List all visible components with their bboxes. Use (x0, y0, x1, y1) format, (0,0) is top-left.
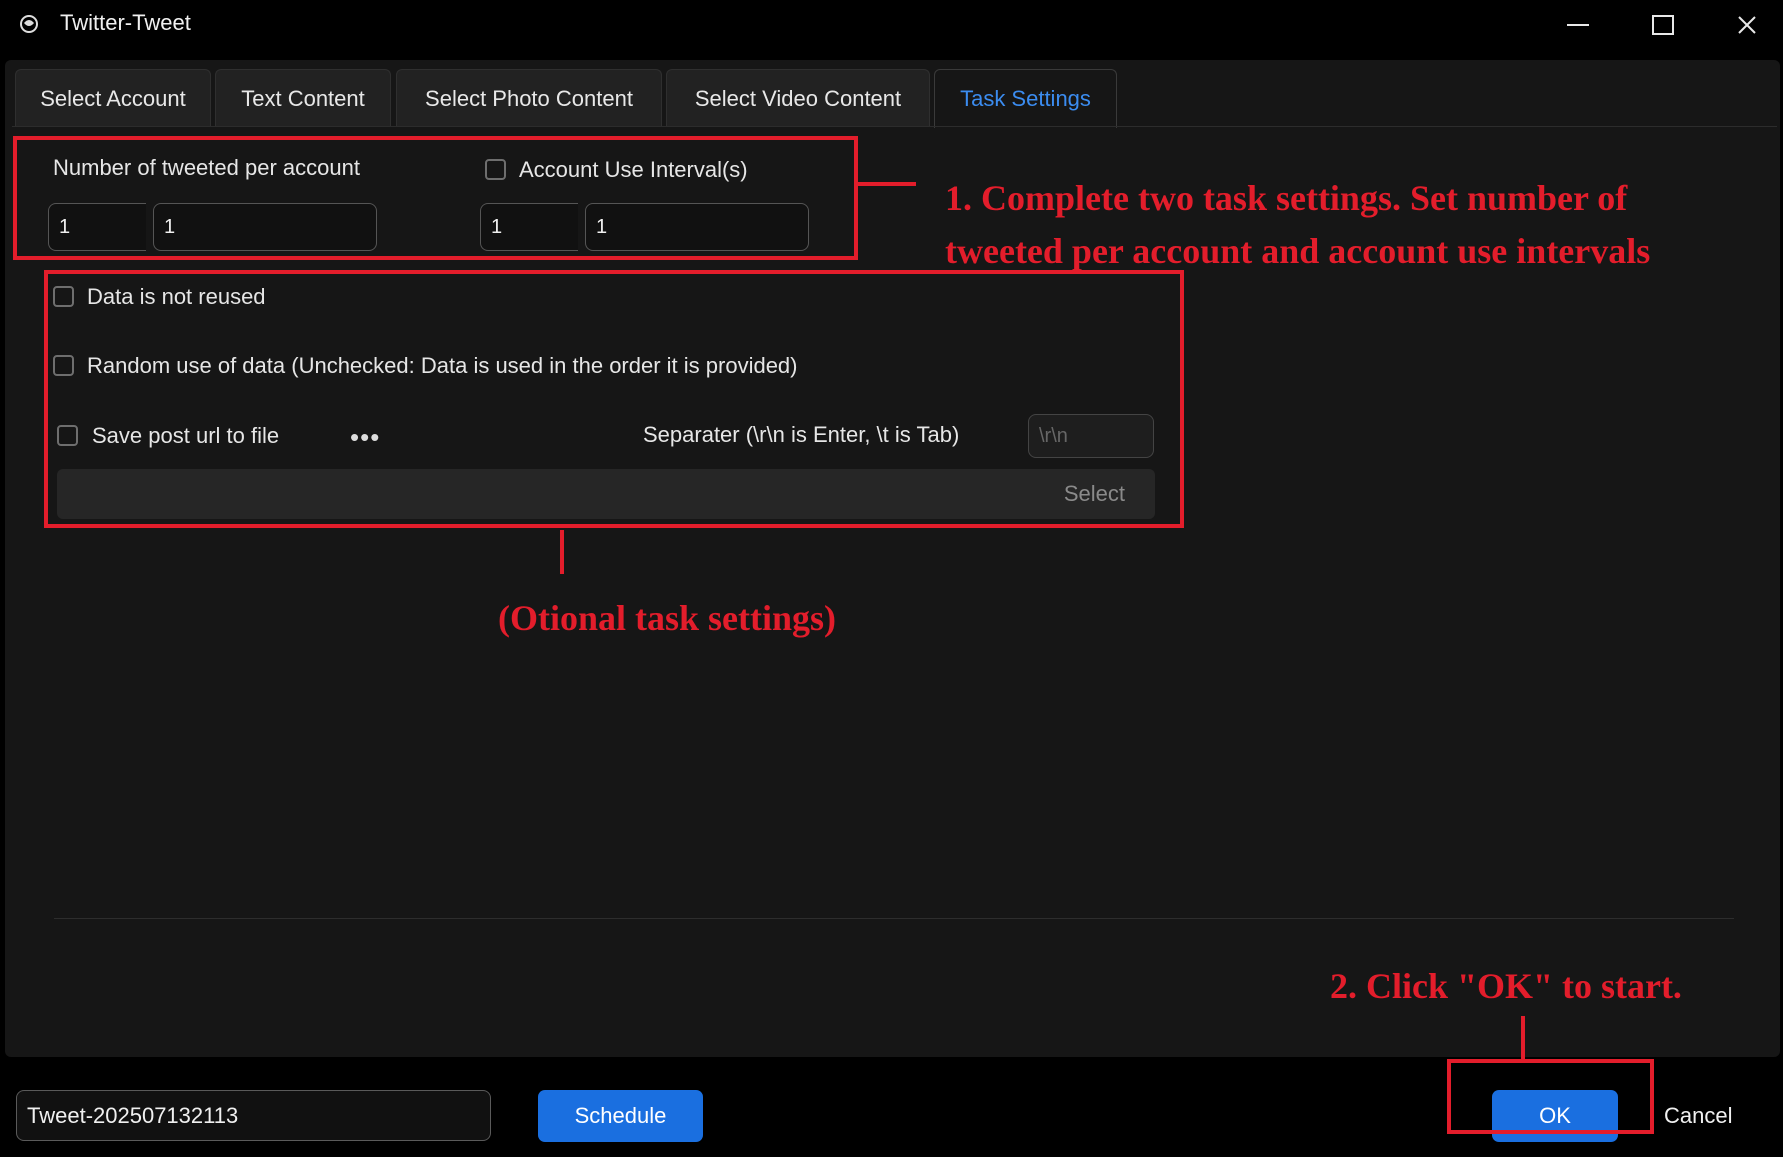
close-icon (1738, 16, 1756, 34)
annotation-connector-line (856, 182, 916, 186)
app-logo-icon (18, 13, 40, 35)
tab-select-photo-content[interactable]: Select Photo Content (396, 69, 662, 127)
tab-text-content[interactable]: Text Content (215, 69, 391, 127)
minimize-icon (1567, 24, 1589, 26)
annotation-connector-line (560, 530, 564, 574)
tab-divider (12, 126, 1777, 127)
annotation-step1-line1: 1. Complete two task settings. Set numbe… (945, 178, 1628, 218)
tab-task-settings[interactable]: Task Settings (934, 69, 1117, 128)
window-title: Twitter-Tweet (60, 10, 191, 35)
maximize-icon (1652, 15, 1674, 35)
title-bar: Twitter-Tweet (0, 0, 1783, 50)
minimize-button[interactable] (1555, 8, 1601, 42)
tab-select-video-content[interactable]: Select Video Content (666, 69, 930, 127)
task-name-input[interactable]: Tweet-202507132113 (16, 1090, 491, 1141)
tab-select-account[interactable]: Select Account (15, 69, 211, 127)
maximize-button[interactable] (1640, 8, 1686, 42)
annotation-connector-line (1521, 1016, 1525, 1060)
ok-highlight-box (1447, 1059, 1654, 1134)
content-divider (54, 918, 1734, 919)
optional-settings-highlight-box (44, 270, 1184, 528)
cancel-button[interactable]: Cancel (1664, 1103, 1732, 1129)
required-settings-highlight-box (13, 136, 858, 260)
annotation-step2: 2. Click "OK" to start. (1330, 966, 1682, 1006)
close-button[interactable] (1724, 8, 1770, 42)
annotation-optional: (Otional task settings) (498, 598, 837, 638)
schedule-button[interactable]: Schedule (538, 1090, 703, 1142)
